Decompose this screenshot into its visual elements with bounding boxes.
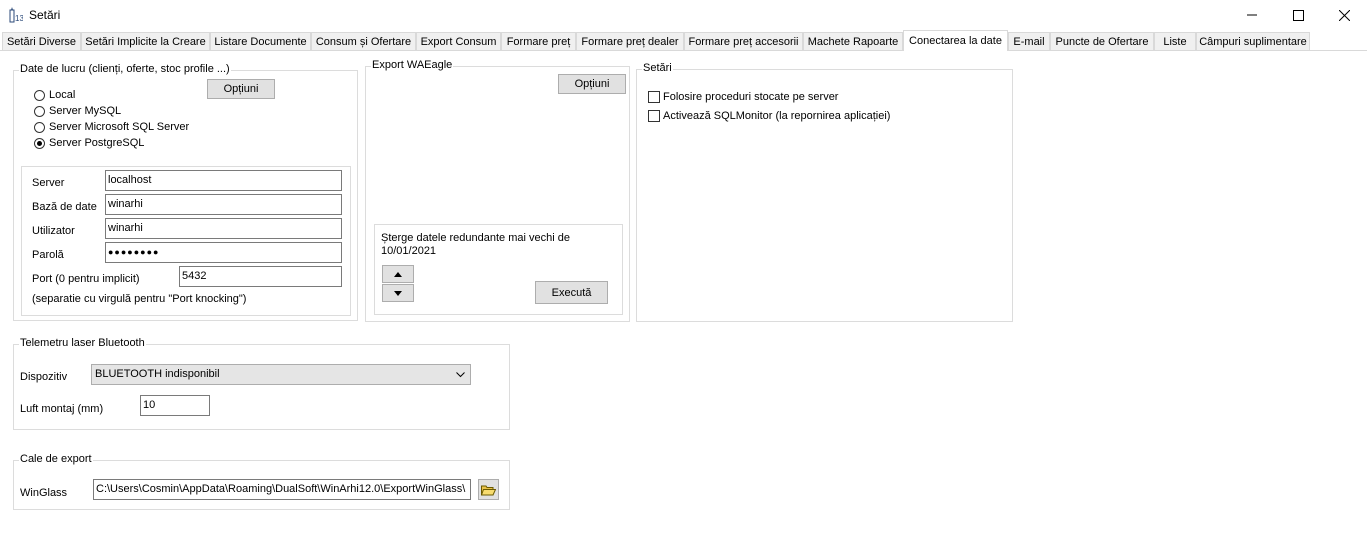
port-field[interactable]: 5432 — [179, 266, 342, 287]
settings-group: Setări Folosire proceduri stocate pe ser… — [636, 62, 1013, 322]
delete-redundant-subgroup: Șterge datele redundante mai vechi de 10… — [374, 224, 623, 315]
title-bar: 13 Setări — [0, 0, 1367, 30]
tab-campuri-suplimentare[interactable]: Câmpuri suplimentare — [1196, 32, 1310, 50]
delete-redundant-date: 10/01/2021 — [381, 245, 437, 257]
down-arrow-icon — [394, 290, 402, 296]
port-label: Port (0 pentru implicit) — [32, 273, 140, 285]
data-group-title: Date de lucru (clienți, oferte, stoc pro… — [19, 63, 231, 75]
tab-liste[interactable]: Liste — [1154, 32, 1196, 50]
export-waeagle-group: Export WAEagle Opțiuni Șterge datele red… — [365, 59, 630, 322]
export-path-group-title: Cale de export — [19, 453, 93, 465]
tab-setari-diverse[interactable]: Setări Diverse — [2, 32, 81, 50]
minimize-button[interactable] — [1229, 0, 1275, 30]
device-label: Dispozitiv — [20, 371, 68, 383]
bluetooth-group: Telemetru laser Bluetooth Dispozitiv BLU… — [13, 337, 510, 430]
open-folder-icon — [481, 485, 496, 495]
user-field[interactable]: winarhi — [105, 218, 342, 239]
luft-label: Luft montaj (mm) — [20, 403, 104, 415]
data-options-button[interactable]: Opțiuni — [207, 79, 275, 99]
maximize-button[interactable] — [1275, 0, 1321, 30]
user-label: Utilizator — [32, 225, 75, 237]
tab-setari-implicite[interactable]: Setări Implicite la Creare — [81, 32, 210, 50]
tab-export-consum[interactable]: Export Consum — [416, 32, 501, 50]
tab-strip: Setări Diverse Setări Implicite la Crear… — [0, 30, 1367, 51]
tab-conectarea-la-date[interactable]: Conectarea la date — [903, 30, 1008, 51]
spin-up-button[interactable] — [382, 265, 414, 283]
winglass-path-field[interactable]: C:\Users\Cosmin\AppData\Roaming\DualSoft… — [93, 479, 471, 500]
tab-formare-pret[interactable]: Formare preț — [501, 32, 576, 50]
browse-folder-button[interactable] — [478, 479, 499, 500]
radio-mssql-label: Server Microsoft SQL Server — [49, 121, 190, 133]
window-title: Setări — [29, 8, 61, 22]
close-icon — [1338, 9, 1350, 21]
database-label: Bază de date — [32, 201, 97, 213]
execute-button[interactable]: Execută — [535, 281, 608, 304]
server-label: Server — [32, 177, 65, 189]
radio-local-label: Local — [49, 89, 76, 101]
close-button[interactable] — [1321, 0, 1367, 30]
database-field[interactable]: winarhi — [105, 194, 342, 215]
stored-procedures-label: Folosire proceduri stocate pe server — [663, 91, 839, 103]
device-select-value: BLUETOOTH indisponibil — [95, 368, 220, 380]
svg-text:13: 13 — [15, 14, 23, 23]
delete-redundant-text: Șterge datele redundante mai vechi de — [381, 232, 570, 244]
luft-field[interactable]: 10 — [140, 395, 210, 416]
chevron-down-icon — [456, 372, 465, 378]
export-path-group: Cale de export WinGlass C:\Users\Cosmin\… — [13, 453, 510, 510]
radio-local[interactable] — [34, 90, 45, 101]
port-note: (separatie cu virgulă pentru "Port knock… — [32, 293, 247, 305]
winglass-label: WinGlass — [20, 487, 68, 499]
sqlmonitor-label: Activează SQLMonitor (la repornirea apli… — [663, 110, 891, 122]
radio-mysql[interactable] — [34, 106, 45, 117]
tab-panel: Date de lucru (clienți, oferte, stoc pro… — [0, 50, 1367, 544]
minimize-icon — [1247, 14, 1257, 16]
device-select[interactable]: BLUETOOTH indisponibil — [91, 364, 471, 385]
password-field[interactable]: ●●●●●●●● — [105, 242, 342, 263]
stored-procedures-checkbox[interactable] — [648, 91, 660, 103]
tab-consum-ofertare[interactable]: Consum și Ofertare — [311, 32, 416, 50]
tab-machete-rapoarte[interactable]: Machete Rapoarte — [803, 32, 903, 50]
tab-puncte-ofertare[interactable]: Puncte de Ofertare — [1050, 32, 1154, 50]
radio-mssql[interactable] — [34, 122, 45, 133]
maximize-icon — [1292, 9, 1304, 21]
spin-down-button[interactable] — [382, 284, 414, 302]
tab-email[interactable]: E-mail — [1008, 32, 1050, 50]
password-label: Parolă — [32, 249, 64, 261]
export-waeagle-title: Export WAEagle — [371, 59, 454, 71]
tab-formare-pret-accesorii[interactable]: Formare preț accesorii — [684, 32, 803, 50]
export-options-button[interactable]: Opțiuni — [558, 74, 626, 94]
server-field[interactable]: localhost — [105, 170, 342, 191]
sqlmonitor-checkbox[interactable] — [648, 110, 660, 122]
radio-mysql-label: Server MySQL — [49, 105, 122, 117]
radio-postgresql[interactable] — [34, 138, 45, 149]
data-group: Date de lucru (clienți, oferte, stoc pro… — [13, 63, 358, 321]
connection-subgroup: Server localhost Bază de date winarhi Ut… — [21, 166, 351, 316]
radio-postgresql-label: Server PostgreSQL — [49, 137, 145, 149]
app-icon: 13 — [9, 7, 23, 23]
settings-group-title: Setări — [642, 62, 673, 74]
up-arrow-icon — [394, 271, 402, 277]
tab-formare-pret-dealer[interactable]: Formare preț dealer — [576, 32, 684, 50]
bluetooth-group-title: Telemetru laser Bluetooth — [19, 337, 146, 349]
tab-listare-documente[interactable]: Listare Documente — [210, 32, 311, 50]
